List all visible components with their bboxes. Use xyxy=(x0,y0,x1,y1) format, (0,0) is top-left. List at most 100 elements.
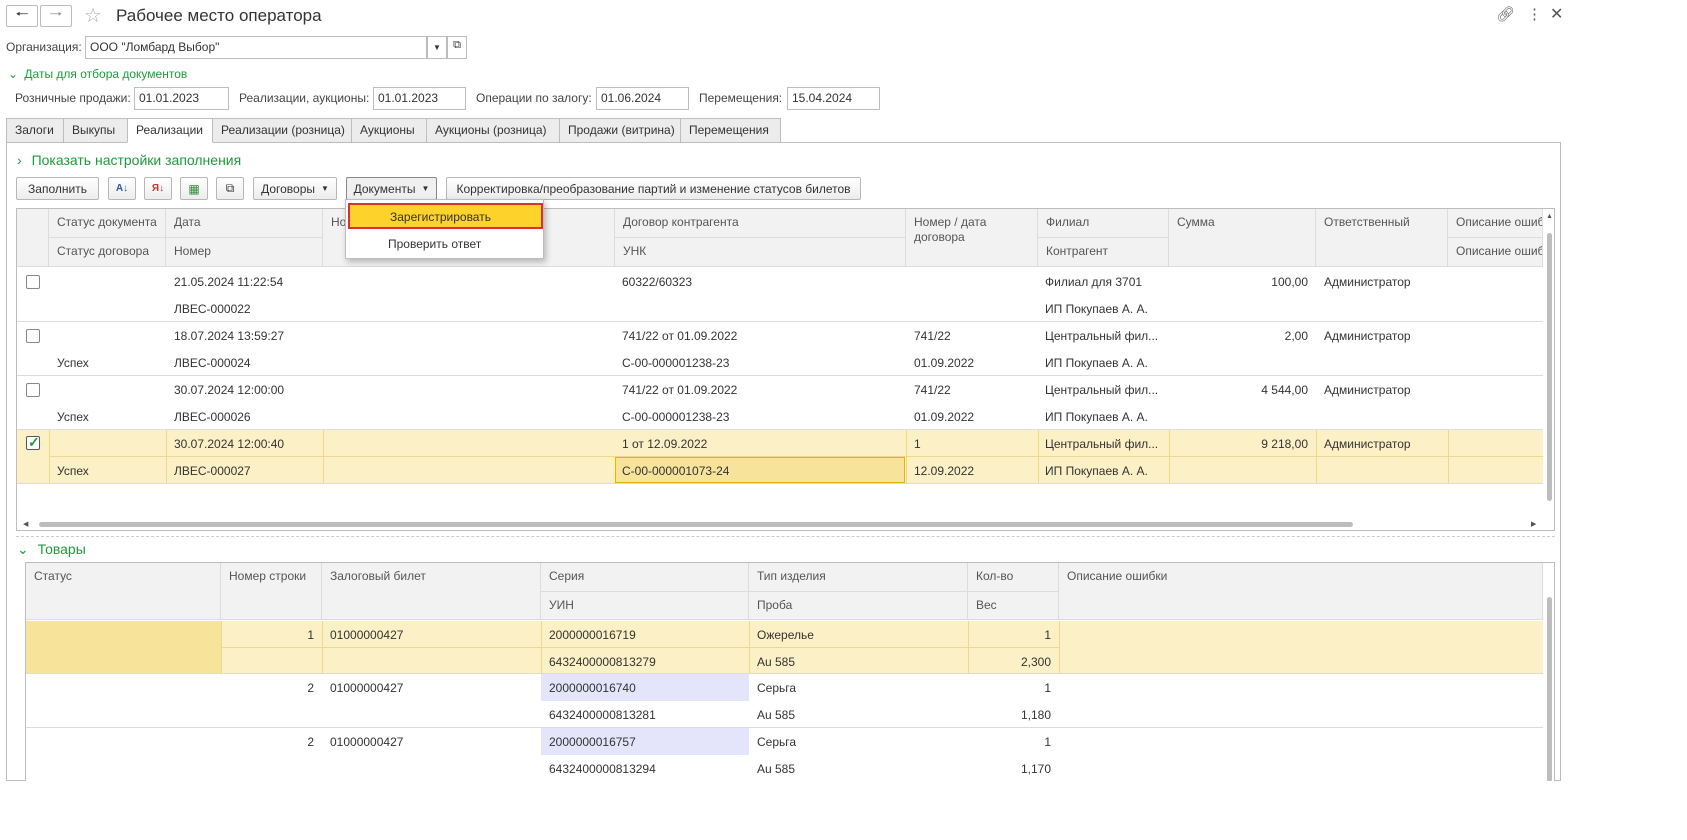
tab-showcase-sales[interactable]: Продажи (витрина) xyxy=(559,118,681,143)
org-field[interactable]: ООО "Ломбард Выбор" xyxy=(85,36,427,59)
header-uin[interactable]: УИН xyxy=(541,592,749,620)
scroll-left-icon[interactable]: ◀ xyxy=(23,520,28,528)
row-date: 18.07.2024 13:59:27 xyxy=(174,329,285,343)
forward-button[interactable]: 🠒 xyxy=(40,5,72,27)
menu-item-check-response[interactable]: Проверить ответ xyxy=(348,231,543,257)
documents-button-label: Документы xyxy=(353,181,416,196)
tab-auctions[interactable]: Аукционы xyxy=(351,118,427,143)
header-branch[interactable]: Филиал xyxy=(1038,209,1169,238)
sort-asc-button[interactable]: А↓ xyxy=(108,177,136,200)
header-error-1[interactable]: Описание ошиб xyxy=(1448,209,1543,238)
goods-line: 2 xyxy=(307,735,314,749)
more-icon[interactable]: ⋮ xyxy=(1527,5,1542,23)
header-unk[interactable]: УНК xyxy=(615,238,906,267)
settings-toggle[interactable]: › Показать настройки заполнения xyxy=(17,152,241,168)
goods-vertical-scrollbar[interactable] xyxy=(1545,567,1554,781)
mark-all-button[interactable]: ▦ xyxy=(180,177,208,200)
header-date[interactable]: Дата xyxy=(166,209,323,238)
sales-date-field[interactable]: 01.01.2023 xyxy=(373,87,466,110)
window-title: Рабочее место оператора xyxy=(116,6,322,25)
copy-button[interactable]: ⧉ xyxy=(216,177,244,200)
row-unk: С-00-000001238-23 xyxy=(622,410,730,424)
header-assay[interactable]: Проба xyxy=(749,592,968,620)
goods-uin: 6432400000813279 xyxy=(549,655,656,669)
arrow-left-icon: 🠐 xyxy=(15,5,29,23)
goods-vertical-scroll-thumb[interactable] xyxy=(1547,597,1552,781)
link-icon[interactable]: 🔗︎ xyxy=(1496,5,1515,23)
fill-button[interactable]: Заполнить xyxy=(16,177,99,200)
header-pledge-ticket[interactable]: Залоговый билет xyxy=(322,563,541,620)
header-number[interactable]: Номер xyxy=(166,238,323,267)
sort-desc-icon: Я↓ xyxy=(151,183,165,194)
active-cell[interactable] xyxy=(26,621,221,673)
row-checkbox[interactable] xyxy=(26,329,40,343)
dates-section-label: Даты для отбора документов xyxy=(24,67,188,81)
sort-desc-button[interactable]: Я↓ xyxy=(144,177,172,200)
header-status[interactable]: Статус документа xyxy=(49,209,166,238)
goods-series: 2000000016719 xyxy=(549,628,636,642)
row-branch: Центральный фил... xyxy=(1045,383,1159,397)
tab-auctions-retail[interactable]: Аукционы (розница) xyxy=(426,118,561,143)
correction-button[interactable]: Корректировка/преобразование партий и из… xyxy=(446,177,861,200)
scroll-right-icon[interactable]: ▶ xyxy=(1531,520,1536,528)
star-icon[interactable]: ☆ xyxy=(84,3,102,28)
header-contract-status[interactable]: Статус договора xyxy=(49,238,166,267)
row-checkbox[interactable] xyxy=(26,383,40,397)
tab-buyouts[interactable]: Выкупы xyxy=(63,118,133,143)
check-list-icon: ▦ xyxy=(188,181,200,196)
row-checkbox[interactable] xyxy=(26,275,40,289)
back-button[interactable]: 🠐 xyxy=(6,5,38,27)
menu-item-register[interactable]: Зарегистрировать xyxy=(348,203,543,229)
move-date-field[interactable]: 15.04.2024 xyxy=(787,87,880,110)
goods-table: Статус Номер строки Залоговый билет Сери… xyxy=(25,562,1555,781)
contracts-button-label: Договоры xyxy=(261,181,316,196)
org-open-button[interactable]: ⧉ xyxy=(447,36,467,59)
goods-section-toggle[interactable]: ⌄ Товары xyxy=(17,541,86,558)
row-checkbox-checked[interactable]: ✓ xyxy=(26,434,40,450)
vertical-scrollbar[interactable]: ▲ xyxy=(1545,213,1554,513)
header-error-description[interactable]: Описание ошибки xyxy=(1059,563,1543,620)
pledge-date-field[interactable]: 01.06.2024 xyxy=(596,87,689,110)
dates-section-toggle[interactable]: ⌄ Даты для отбора документов xyxy=(8,67,187,81)
header-qty[interactable]: Кол-во xyxy=(968,563,1059,592)
header-error-2[interactable]: Описание ошиб xyxy=(1448,238,1543,267)
goods-ticket: 01000000427 xyxy=(330,628,404,642)
pledge-label: Операции по залогу: xyxy=(476,91,592,105)
org-dropdown-button[interactable]: ▼ xyxy=(427,36,447,59)
row-contract-status: Успех xyxy=(57,410,89,424)
goods-series: 2000000016757 xyxy=(549,735,636,749)
goods-uin: 6432400000813281 xyxy=(549,708,656,722)
header-weight[interactable]: Вес xyxy=(968,592,1059,620)
close-icon[interactable]: ✕ xyxy=(1550,4,1563,24)
row-number: ЛВЕС-000027 xyxy=(174,464,251,478)
row-contract: 60322/60323 xyxy=(622,275,693,289)
header-item-type[interactable]: Тип изделия xyxy=(749,563,968,592)
tab-pledges[interactable]: Залоги xyxy=(6,118,64,143)
goods-assay: Au 585 xyxy=(757,655,796,669)
row-contract: 741/22 от 01.09.2022 xyxy=(622,383,738,397)
goods-type: Ожерелье xyxy=(757,628,814,642)
header-goods-status[interactable]: Статус xyxy=(26,563,221,620)
tab-sales-retail[interactable]: Реализации (розница) xyxy=(212,118,357,143)
header-series[interactable]: Серия xyxy=(541,563,749,592)
tab-transfers[interactable]: Перемещения xyxy=(680,118,781,143)
horizontal-scrollbar[interactable]: ◀ ▶ xyxy=(23,520,1541,529)
row-branch: Центральный фил... xyxy=(1045,437,1159,451)
caret-down-icon: ▼ xyxy=(321,184,329,193)
header-contract-num-date[interactable]: Номер / дата договора xyxy=(906,209,1038,267)
header-responsible[interactable]: Ответственный xyxy=(1316,209,1448,267)
retail-date-field[interactable]: 01.01.2023 xyxy=(134,87,229,110)
goods-weight: 2,300 xyxy=(1020,655,1051,669)
header-line-number[interactable]: Номер строки xyxy=(221,563,322,620)
goods-ticket: 01000000427 xyxy=(330,681,404,695)
header-counterparty-contract[interactable]: Договор контрагента xyxy=(615,209,906,238)
documents-button[interactable]: Документы ▼ xyxy=(346,177,437,200)
vertical-scroll-thumb[interactable] xyxy=(1547,233,1552,501)
horizontal-scroll-thumb[interactable] xyxy=(39,522,1353,527)
contracts-button[interactable]: Договоры ▼ xyxy=(253,177,337,200)
header-sum[interactable]: Сумма xyxy=(1169,209,1316,267)
header-counterparty[interactable]: Контрагент xyxy=(1038,238,1169,267)
tab-sales[interactable]: Реализации xyxy=(127,118,213,143)
row-branch: Центральный фил... xyxy=(1045,329,1159,343)
scroll-up-icon[interactable]: ▲ xyxy=(1546,213,1553,220)
